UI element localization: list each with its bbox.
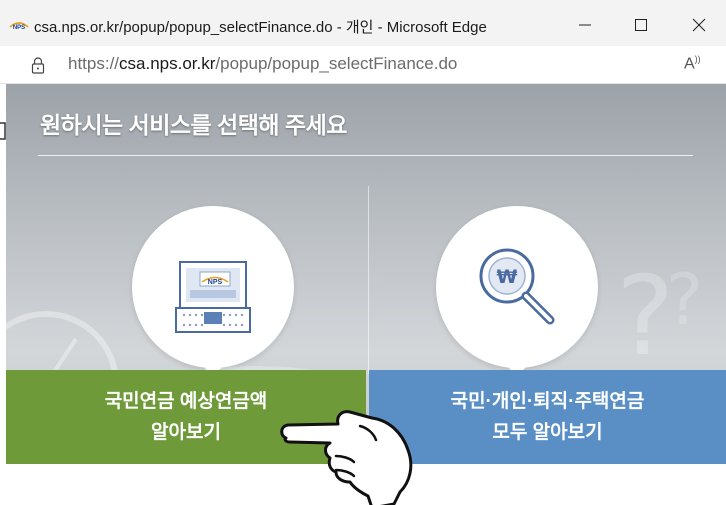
svg-text:?: ? bbox=[666, 259, 703, 341]
maximize-button[interactable] bbox=[618, 8, 664, 42]
nps-logo-icon: NPS bbox=[9, 22, 29, 30]
read-aloud-icon[interactable]: A)) bbox=[684, 54, 701, 73]
minimize-button[interactable] bbox=[562, 8, 608, 42]
option-nps-circle[interactable]: NPS bbox=[132, 206, 294, 368]
svg-text:NPS: NPS bbox=[13, 25, 25, 30]
minimize-icon bbox=[579, 24, 591, 26]
url-text[interactable]: https://csa.nps.or.kr/popup/popup_select… bbox=[68, 54, 457, 74]
url-path: /popup/popup_selectFinance.do bbox=[215, 54, 458, 73]
option-nps-line2: 알아보기 bbox=[151, 422, 221, 443]
close-icon bbox=[692, 18, 706, 32]
heading-divider bbox=[38, 155, 693, 156]
svg-text:₩: ₩ bbox=[497, 266, 518, 288]
close-button[interactable] bbox=[676, 8, 722, 42]
title-bar[interactable]: NPS csa.nps.or.kr/popup/popup_selectFina… bbox=[0, 0, 726, 46]
laptop-nps-icon: NPS bbox=[175, 261, 251, 333]
maximize-icon bbox=[635, 19, 647, 31]
laptop-screen-label: NPS bbox=[208, 279, 223, 286]
option-nps-line1: 국민연금 예상연금액 bbox=[104, 391, 268, 412]
address-bar[interactable]: https://csa.nps.or.kr/popup/popup_select… bbox=[0, 46, 726, 84]
options-divider bbox=[368, 186, 369, 374]
window-title: csa.nps.or.kr/popup/popup_selectFinance.… bbox=[34, 19, 487, 36]
pointing-hand-icon bbox=[280, 410, 413, 505]
browser-window: NPS csa.nps.or.kr/popup/popup_selectFina… bbox=[0, 0, 726, 505]
option-all-line1: 국민·개인·퇴직·주택연금 bbox=[450, 391, 645, 412]
option-all-line2: 모두 알아보기 bbox=[492, 422, 603, 443]
url-host: csa.nps.or.kr bbox=[119, 54, 216, 73]
option-all-circle[interactable]: ₩ bbox=[436, 206, 598, 368]
won-magnifier-icon: ₩ bbox=[479, 248, 555, 325]
popup-heading: 원하시는 서비스를 선택해 주세요 bbox=[40, 112, 347, 138]
url-scheme: https:// bbox=[68, 54, 120, 73]
lock-icon[interactable] bbox=[30, 56, 46, 74]
